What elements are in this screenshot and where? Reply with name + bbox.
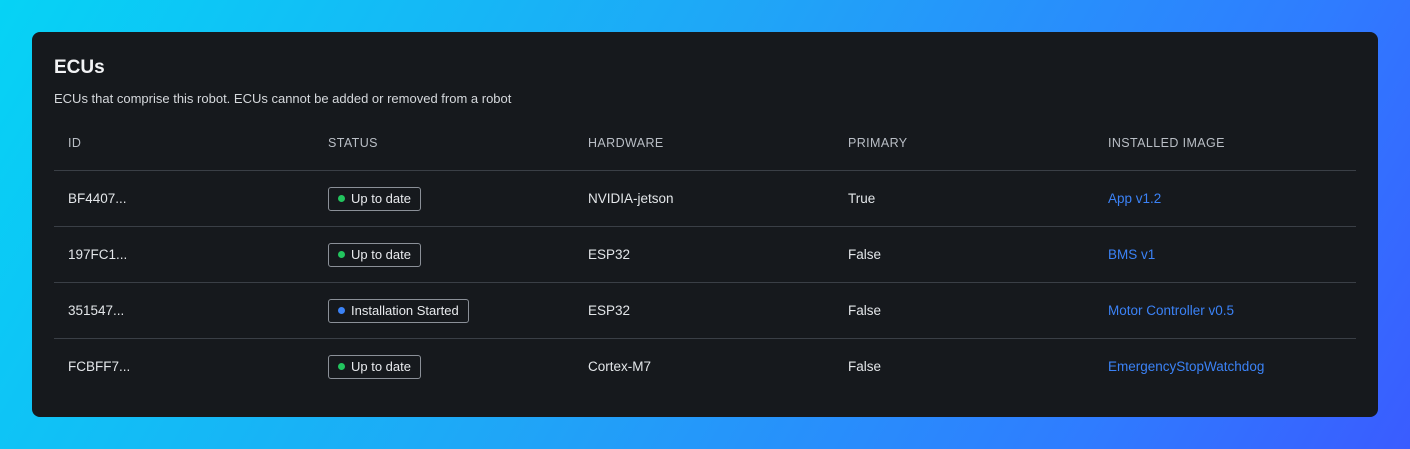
status-badge: Up to date <box>328 186 421 211</box>
status-label: Up to date <box>351 247 411 262</box>
status-cell: Up to date <box>314 354 574 379</box>
ecu-id: FCBFF7... <box>68 359 131 374</box>
status-badge: Up to date <box>328 242 421 267</box>
table-row: FCBFF7... Up to date Cortex-M7 False Eme… <box>54 338 1356 394</box>
status-cell: Up to date <box>314 242 574 267</box>
status-cell: Installation Started <box>314 298 574 323</box>
panel-subtitle: ECUs that comprise this robot. ECUs cann… <box>54 91 512 106</box>
table-row: 351547... Installation Started ESP32 Fal… <box>54 282 1356 338</box>
installed-image-cell: App v1.2 <box>1094 191 1356 206</box>
ecus-panel: ECUs ECUs that comprise this robot. ECUs… <box>32 32 1378 417</box>
installed-image-cell: Motor Controller v0.5 <box>1094 303 1356 318</box>
ecu-id: BF4407... <box>68 191 127 206</box>
table-row: BF4407... Up to date NVIDIA-jetson True … <box>54 170 1356 226</box>
status-cell: Up to date <box>314 186 574 211</box>
table-row: 197FC1... Up to date ESP32 False BMS v1 <box>54 226 1356 282</box>
ecu-hardware: Cortex-M7 <box>588 359 652 374</box>
ecu-id: 197FC1... <box>68 247 128 262</box>
installed-image-link[interactable]: EmergencyStopWatchdog <box>1108 359 1264 374</box>
status-badge: Up to date <box>328 354 421 379</box>
ecu-hardware: ESP32 <box>588 303 631 318</box>
table-header-row: ID STATUS HARDWARE PRIMARY INSTALLED IMA… <box>54 115 1356 170</box>
ecu-hardware: ESP32 <box>588 247 631 262</box>
ecu-id: 351547... <box>68 303 125 318</box>
status-label: Up to date <box>351 191 411 206</box>
installed-image-cell: BMS v1 <box>1094 247 1356 262</box>
column-header-hardware: HARDWARE <box>588 135 664 150</box>
installed-image-link[interactable]: Motor Controller v0.5 <box>1108 303 1234 318</box>
column-header-id: ID <box>68 135 82 150</box>
installed-image-link[interactable]: BMS v1 <box>1108 247 1155 262</box>
panel-title: ECUs <box>54 57 105 78</box>
ecu-hardware: NVIDIA-jetson <box>588 191 674 206</box>
status-label: Up to date <box>351 359 411 374</box>
ecu-primary: True <box>848 191 876 206</box>
column-header-installed-image: INSTALLED IMAGE <box>1108 135 1225 150</box>
installed-image-link[interactable]: App v1.2 <box>1108 191 1161 206</box>
status-label: Installation Started <box>351 303 459 318</box>
status-dot-icon <box>338 363 345 370</box>
status-dot-icon <box>338 251 345 258</box>
status-badge: Installation Started <box>328 298 469 323</box>
ecus-table: ID STATUS HARDWARE PRIMARY INSTALLED IMA… <box>54 115 1356 394</box>
status-dot-icon <box>338 195 345 202</box>
ecu-primary: False <box>848 359 882 374</box>
installed-image-cell: EmergencyStopWatchdog <box>1094 359 1356 374</box>
column-header-primary: PRIMARY <box>848 135 908 150</box>
ecu-primary: False <box>848 247 882 262</box>
ecu-primary: False <box>848 303 882 318</box>
column-header-status: STATUS <box>328 135 378 150</box>
status-dot-icon <box>338 307 345 314</box>
